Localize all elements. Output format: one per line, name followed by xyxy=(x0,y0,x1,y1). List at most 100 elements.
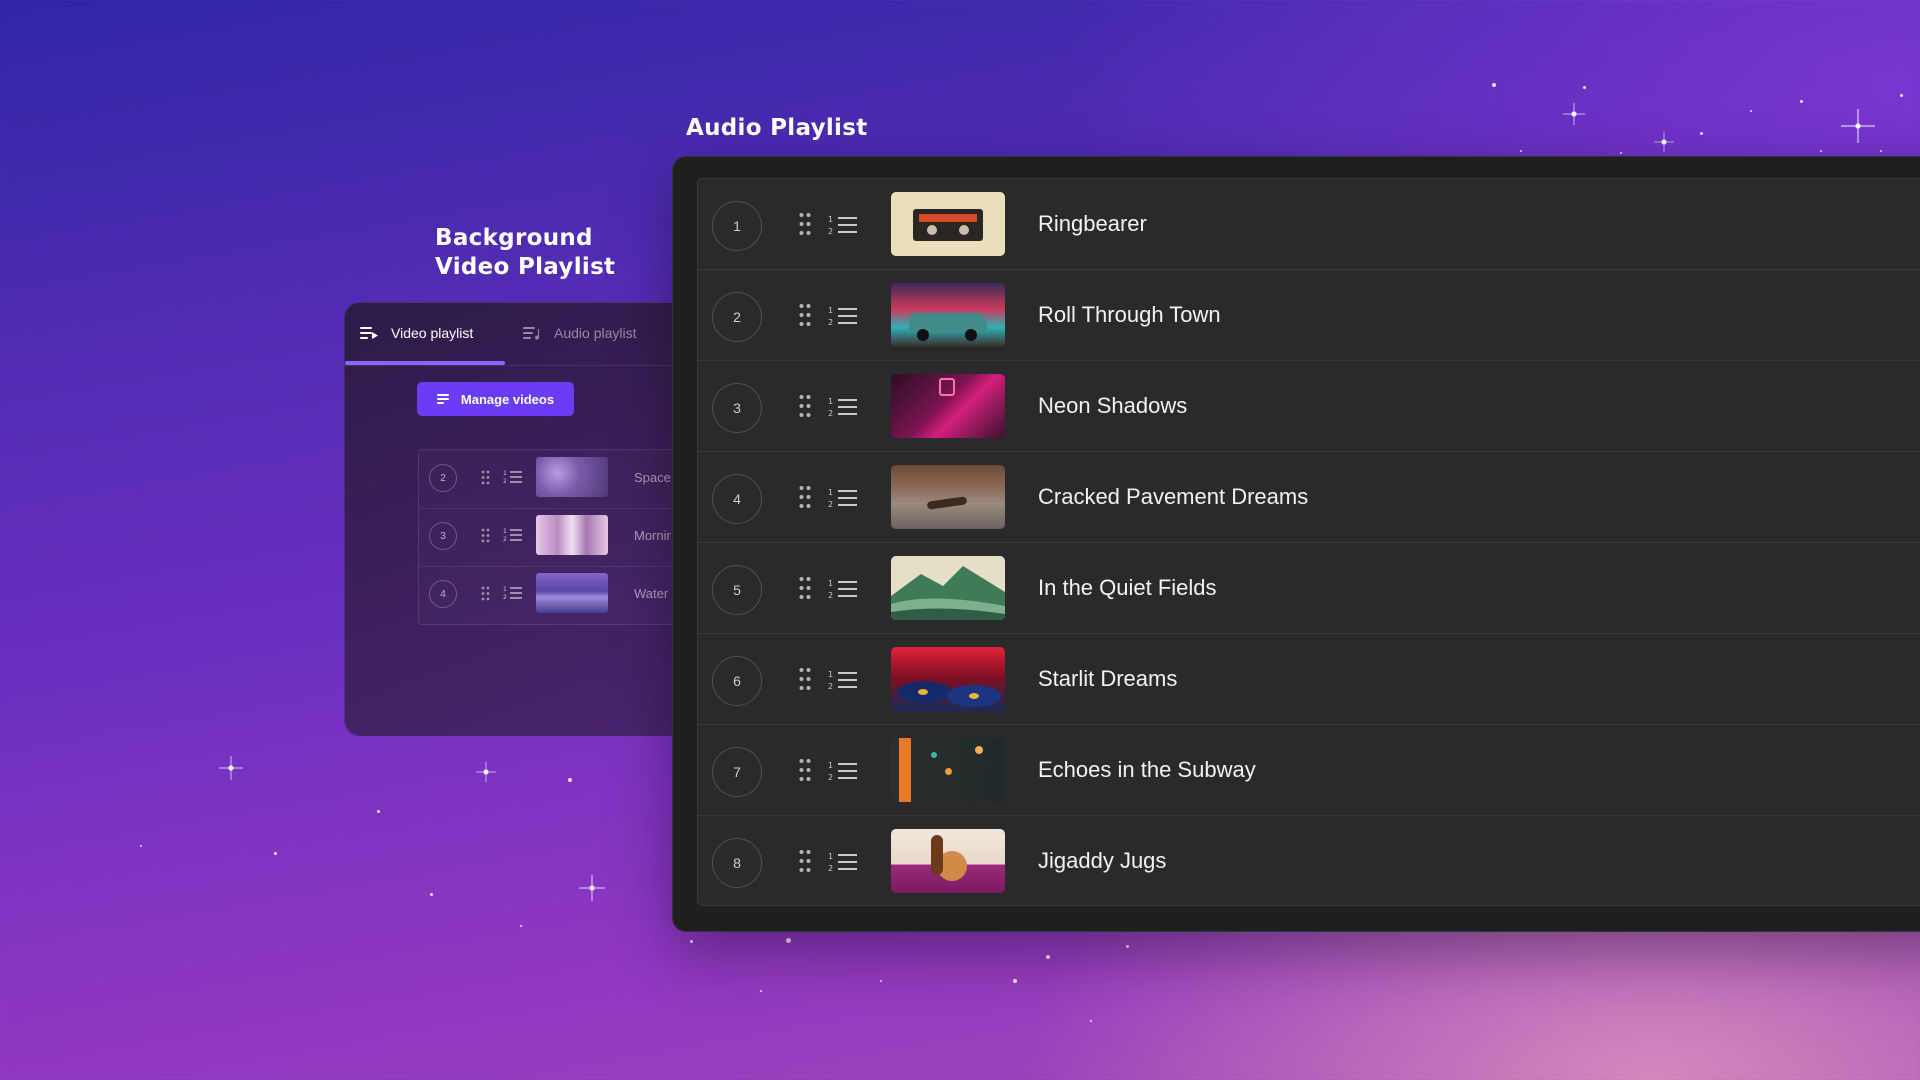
album-art-subway-night xyxy=(891,738,1005,802)
track-row[interactable]: 6 12 Starlit Dreams xyxy=(698,634,1920,725)
item-title: Water xyxy=(634,586,669,601)
svg-text:2: 2 xyxy=(828,682,833,691)
track-title: Cracked Pavement Dreams xyxy=(1038,484,1309,509)
svg-text:2: 2 xyxy=(828,773,833,782)
track-number: 8 xyxy=(712,838,762,888)
drag-handle-icon[interactable] xyxy=(799,667,811,691)
manage-videos-label: Manage videos xyxy=(460,391,555,407)
drag-handle-icon[interactable] xyxy=(799,849,811,873)
ordered-list-icon[interactable]: 12 xyxy=(828,668,858,692)
item-number: 2 xyxy=(429,464,457,492)
track-row[interactable]: 7 12 Echoes in the Subway xyxy=(698,725,1920,816)
svg-text:1: 1 xyxy=(828,215,833,224)
drag-handle-icon[interactable] xyxy=(799,576,811,600)
svg-text:2: 2 xyxy=(828,227,833,236)
svg-text:2: 2 xyxy=(503,594,507,601)
item-title: Mornir xyxy=(634,528,671,543)
ordered-list-icon[interactable]: 12 xyxy=(503,527,523,543)
ordered-list-icon[interactable]: 12 xyxy=(828,759,858,783)
track-row[interactable]: 2 12 Roll Through Town xyxy=(698,270,1920,361)
sparkle-icon xyxy=(579,875,605,901)
drag-handle-icon[interactable] xyxy=(481,470,490,485)
svg-text:2: 2 xyxy=(503,536,507,543)
video-panel-tabs: Video playlist Audio playlist xyxy=(345,303,705,366)
track-title: Roll Through Town xyxy=(1038,302,1221,327)
svg-text:1: 1 xyxy=(828,306,833,315)
track-number: 5 xyxy=(712,565,762,615)
svg-text:1: 1 xyxy=(503,586,507,593)
track-row[interactable]: 3 12 Neon Shadows xyxy=(698,361,1920,452)
album-art-vinyl-records xyxy=(891,647,1005,711)
item-number: 3 xyxy=(429,522,457,550)
video-list: 2 12 Space 3 12 Mornir 4 12 Water xyxy=(418,449,705,625)
sparkle-icon xyxy=(219,756,243,780)
audio-playlist-panel: 1 12 Ringbearer 2 12 Roll Through Town 3… xyxy=(672,156,1920,932)
track-row[interactable]: 1 12 Ringbearer xyxy=(698,179,1920,270)
manage-list-icon xyxy=(436,393,452,405)
track-number: 1 xyxy=(712,201,762,251)
ordered-list-icon[interactable]: 12 xyxy=(828,304,858,328)
svg-text:2: 2 xyxy=(828,864,833,873)
svg-text:1: 1 xyxy=(828,852,833,861)
track-row[interactable]: 8 12 Jigaddy Jugs xyxy=(698,816,1920,905)
album-art-green-hills xyxy=(891,556,1005,620)
active-tab-indicator xyxy=(345,361,505,365)
manage-videos-button[interactable]: Manage videos xyxy=(417,382,574,416)
svg-text:1: 1 xyxy=(828,397,833,406)
list-item[interactable]: 4 12 Water xyxy=(419,566,705,624)
svg-text:1: 1 xyxy=(503,528,507,535)
drag-handle-icon[interactable] xyxy=(481,528,490,543)
svg-text:2: 2 xyxy=(828,591,833,600)
ordered-list-icon[interactable]: 12 xyxy=(503,469,523,485)
tab-audio-playlist[interactable]: Audio playlist xyxy=(523,325,637,341)
track-title: Ringbearer xyxy=(1038,211,1147,236)
audio-track-list: 1 12 Ringbearer 2 12 Roll Through Town 3… xyxy=(697,178,1920,906)
drag-handle-icon[interactable] xyxy=(799,394,811,418)
svg-text:1: 1 xyxy=(503,470,507,477)
video-thumbnail xyxy=(536,457,608,497)
track-number: 2 xyxy=(712,292,762,342)
ordered-list-icon[interactable]: 12 xyxy=(828,850,858,874)
album-art-cat-violin xyxy=(891,829,1005,893)
drag-handle-icon[interactable] xyxy=(481,586,490,601)
ordered-list-icon[interactable]: 12 xyxy=(828,486,858,510)
video-playlist-heading: Background Video Playlist xyxy=(435,224,615,282)
ordered-list-icon[interactable]: 12 xyxy=(828,577,858,601)
audio-list-icon xyxy=(523,326,541,340)
video-thumbnail xyxy=(536,573,608,613)
video-thumbnail xyxy=(536,515,608,555)
list-item[interactable]: 3 12 Mornir xyxy=(419,508,705,567)
svg-text:2: 2 xyxy=(828,409,833,418)
track-row[interactable]: 4 12 Cracked Pavement Dreams xyxy=(698,452,1920,543)
drag-handle-icon[interactable] xyxy=(799,212,811,236)
track-title: Jigaddy Jugs xyxy=(1038,848,1167,873)
track-row[interactable]: 5 12 In the Quiet Fields xyxy=(698,543,1920,634)
album-art-neon-alley xyxy=(891,374,1005,438)
track-number: 7 xyxy=(712,747,762,797)
audio-playlist-heading: Audio Playlist xyxy=(686,115,868,141)
tab-audio-playlist-label: Audio playlist xyxy=(554,325,637,341)
svg-text:1: 1 xyxy=(828,579,833,588)
svg-text:2: 2 xyxy=(828,318,833,327)
tab-video-playlist[interactable]: Video playlist xyxy=(360,325,473,341)
svg-text:2: 2 xyxy=(503,478,507,485)
sparkle-icon xyxy=(1841,109,1875,143)
drag-handle-icon[interactable] xyxy=(799,485,811,509)
list-item[interactable]: 2 12 Space xyxy=(419,450,705,509)
svg-text:1: 1 xyxy=(828,761,833,770)
video-list-icon xyxy=(360,326,378,340)
track-title: Echoes in the Subway xyxy=(1038,757,1256,782)
drag-handle-icon[interactable] xyxy=(799,303,811,327)
album-art-retro-car xyxy=(891,283,1005,347)
sparkle-icon xyxy=(476,762,496,782)
svg-text:1: 1 xyxy=(828,670,833,679)
ordered-list-icon[interactable]: 12 xyxy=(503,585,523,601)
ordered-list-icon[interactable]: 12 xyxy=(828,395,858,419)
ordered-list-icon[interactable]: 12 xyxy=(828,213,858,237)
video-playlist-panel: Video playlist Audio playlist Manage vid… xyxy=(344,302,706,736)
track-number: 6 xyxy=(712,656,762,706)
item-title: Space xyxy=(634,470,671,485)
tab-video-playlist-label: Video playlist xyxy=(391,325,474,341)
drag-handle-icon[interactable] xyxy=(799,758,811,782)
track-title: Neon Shadows xyxy=(1038,393,1188,418)
